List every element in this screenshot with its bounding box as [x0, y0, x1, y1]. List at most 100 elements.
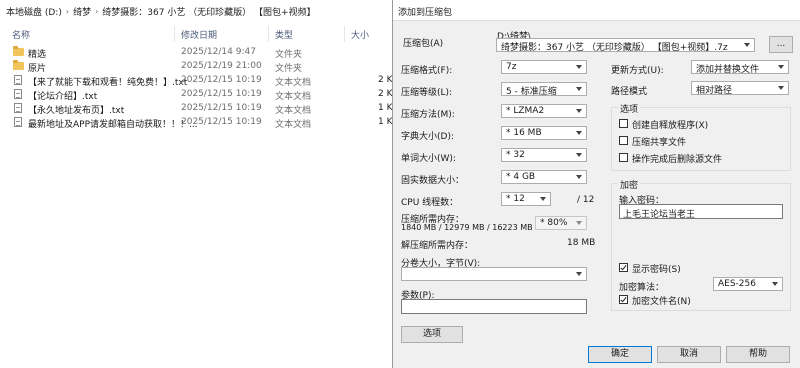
file-row[interactable]: 最新地址及APP请发邮箱自动获取！！！... 2025/12/15 10:19 …: [0, 116, 394, 130]
file-type: 文本文档: [275, 120, 312, 130]
shared-label: 压缩共享文件: [632, 138, 687, 148]
password-value: 上毛王论坛当老王: [623, 210, 696, 220]
method-label: 压缩方法(M):: [401, 110, 455, 120]
split-select[interactable]: [401, 267, 587, 281]
file-explorer: 本地磁盘 (D:) › 绮梦 › 绮梦摄影：367 小艺 （无印珍藏版） 【图包…: [0, 0, 394, 368]
password-input[interactable]: 上毛王论坛当老王: [619, 204, 783, 220]
file-name: 最新地址及APP请发邮箱自动获取！！！...: [28, 120, 198, 130]
file-type: 文本文档: [275, 106, 312, 116]
breadcrumb: 本地磁盘 (D:) › 绮梦 › 绮梦摄影：367 小艺 （无印珍藏版） 【图包…: [0, 0, 394, 22]
folder-icon: [13, 60, 24, 70]
add-to-archive-dialog: 添加到压缩包 压缩包(A) D:\绮梦\ 绮梦摄影：367 小艺 （无印珍藏版）…: [392, 0, 800, 368]
text-file-icon: [14, 75, 22, 85]
solid-label: 固实数据大小：: [401, 176, 465, 186]
dict-value: * 16 MB: [506, 128, 542, 138]
sfx-label: 创建自释放程序(X): [632, 121, 709, 131]
breadcrumb-drive[interactable]: 本地磁盘 (D:): [6, 5, 62, 18]
chevron-right-icon: ›: [95, 6, 99, 16]
chevron-down-icon: [576, 65, 582, 69]
update-value: 添加并替换文件: [696, 65, 760, 75]
browse-button[interactable]: ...: [769, 36, 793, 53]
file-row[interactable]: 精选 2025/12/14 9:47 文件夹: [0, 46, 394, 60]
word-label: 单词大小(W):: [401, 154, 456, 164]
text-file-icon: [14, 117, 22, 127]
level-select[interactable]: 5 - 标准压缩: [501, 82, 587, 97]
breadcrumb-folder[interactable]: 绮梦: [73, 5, 91, 18]
solid-value: * 4 GB: [506, 172, 536, 182]
column-date[interactable]: 修改日期: [181, 28, 217, 41]
solid-select[interactable]: * 4 GB: [501, 170, 587, 184]
options-group-title: 选项: [618, 102, 641, 115]
file-row[interactable]: 原片 2025/12/19 21:00 文件夹: [0, 60, 394, 74]
update-select[interactable]: 添加并替换文件: [691, 60, 789, 75]
archive-label: 压缩包(A): [403, 39, 444, 49]
mem-percent-select[interactable]: * 80%: [535, 216, 587, 230]
path-mode-value: 相对路径: [696, 86, 733, 96]
file-type: 文本文档: [275, 92, 312, 102]
decomp-label: 解压缩所需内存：: [401, 241, 474, 251]
column-header: 名称 修改日期 类型 大小: [0, 26, 394, 42]
column-type[interactable]: 类型: [275, 28, 293, 41]
ok-button[interactable]: 确定: [588, 346, 652, 363]
file-size: 1 K: [378, 117, 393, 127]
chevron-down-icon: [744, 43, 750, 47]
file-size: 2 K: [378, 75, 393, 85]
shared-checkbox[interactable]: [619, 136, 628, 145]
file-row[interactable]: 【永久地址发布页】.txt 2025/12/15 10:19 文本文档 1 K: [0, 102, 394, 116]
column-size[interactable]: 大小: [351, 28, 369, 41]
chevron-down-icon: [540, 197, 546, 201]
show-password-label: 显示密码(S): [632, 265, 681, 275]
column-name[interactable]: 名称: [12, 28, 30, 41]
file-name: 【永久地址发布页】.txt: [28, 106, 125, 116]
file-row[interactable]: 【来了就能下载和观看！纯免费！】.txt 2025/12/15 10:19 文本…: [0, 74, 394, 88]
chevron-down-icon: [576, 109, 582, 113]
archive-name-combo[interactable]: 绮梦摄影：367 小艺 （无印珍藏版） 【图包+视频】.7z: [496, 38, 755, 53]
cancel-button[interactable]: 取消: [657, 346, 721, 363]
encrypt-names-label: 加密文件名(N): [632, 297, 691, 307]
breadcrumb-current[interactable]: 绮梦摄影：367 小艺 （无印珍藏版） 【图包+视频】: [102, 5, 315, 18]
file-row[interactable]: 【论坛介绍】.txt 2025/12/15 10:19 文本文档 2 K: [0, 88, 394, 102]
chevron-down-icon: [772, 282, 778, 286]
text-file-icon: [14, 103, 22, 113]
format-select[interactable]: 7z: [501, 60, 587, 74]
text-file-icon: [14, 89, 22, 99]
file-date: 2025/12/14 9:47: [181, 47, 256, 57]
mem-percent-value: * 80%: [540, 218, 568, 228]
file-size: 2 K: [378, 89, 393, 99]
sfx-checkbox[interactable]: [619, 119, 628, 128]
path-mode-select[interactable]: 相对路径: [691, 81, 789, 96]
word-select[interactable]: * 32: [501, 148, 587, 162]
dict-select[interactable]: * 16 MB: [501, 126, 587, 140]
format-label: 压缩格式(F):: [401, 66, 453, 76]
method-value: * LZMA2: [506, 106, 545, 116]
column-divider[interactable]: [268, 26, 269, 42]
params-input[interactable]: [401, 299, 587, 314]
method-select[interactable]: * LZMA2: [501, 104, 587, 118]
chevron-down-icon: [778, 86, 784, 90]
folder-icon: [13, 46, 24, 56]
update-label: 更新方式(U):: [611, 66, 664, 76]
file-size: 1 K: [378, 103, 393, 113]
delete-source-checkbox[interactable]: [619, 153, 628, 162]
dialog-titlebar[interactable]: 添加到压缩包: [393, 0, 800, 21]
file-name: 【来了就能下载和观看！纯免费！】.txt: [28, 78, 188, 88]
enc-method-select[interactable]: AES-256: [713, 277, 783, 291]
enc-method-label: 加密算法：: [619, 283, 665, 293]
word-value: * 32: [506, 150, 525, 160]
delete-source-label: 操作完成后删除源文件: [632, 155, 723, 165]
chevron-down-icon: [778, 65, 784, 69]
options-button[interactable]: 选项: [401, 326, 463, 343]
show-password-checkbox[interactable]: [619, 263, 628, 272]
column-divider[interactable]: [174, 26, 175, 42]
encrypt-names-checkbox[interactable]: [619, 295, 628, 304]
file-name: 精选: [28, 50, 47, 60]
help-button[interactable]: 帮助: [726, 346, 790, 363]
level-label: 压缩等级(L):: [401, 88, 453, 98]
file-name: 【论坛介绍】.txt: [28, 92, 98, 102]
file-date: 2025/12/15 10:19: [181, 89, 262, 99]
chevron-down-icon: [576, 175, 582, 179]
file-type: 文本文档: [275, 78, 312, 88]
column-divider[interactable]: [344, 26, 345, 42]
threads-select[interactable]: * 12: [501, 192, 551, 206]
threads-total: / 12: [577, 195, 595, 205]
